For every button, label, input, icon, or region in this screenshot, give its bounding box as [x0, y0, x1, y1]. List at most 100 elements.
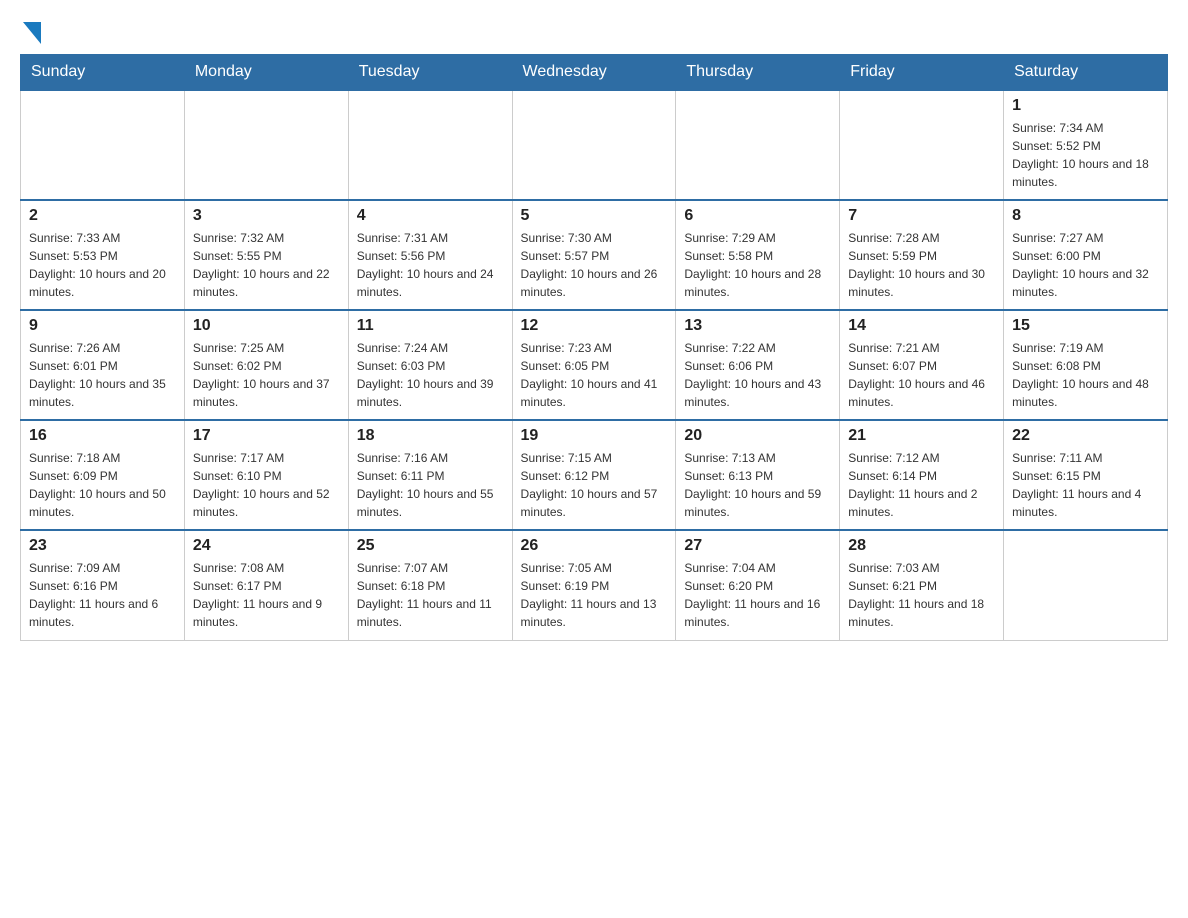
- day-number: 4: [357, 207, 504, 225]
- calendar-cell: [1004, 530, 1168, 640]
- day-number: 25: [357, 537, 504, 555]
- calendar-cell: 8 Sunrise: 7:27 AMSunset: 6:00 PMDaylight…: [1004, 200, 1168, 310]
- calendar-cell: 20 Sunrise: 7:13 AMSunset: 6:13 PMDayligh…: [676, 420, 840, 530]
- day-info: Sunrise: 7:16 AMSunset: 6:11 PMDaylight:…: [357, 449, 504, 521]
- day-info: Sunrise: 7:27 AMSunset: 6:00 PMDaylight:…: [1012, 229, 1159, 301]
- day-info: Sunrise: 7:33 AMSunset: 5:53 PMDaylight:…: [29, 229, 176, 301]
- day-info: Sunrise: 7:13 AMSunset: 6:13 PMDaylight:…: [684, 449, 831, 521]
- day-number: 6: [684, 207, 831, 225]
- day-number: 27: [684, 537, 831, 555]
- header-day-thursday: Thursday: [676, 55, 840, 91]
- day-number: 15: [1012, 317, 1159, 335]
- day-number: 18: [357, 427, 504, 445]
- calendar-cell: 26 Sunrise: 7:05 AMSunset: 6:19 PMDayligh…: [512, 530, 676, 640]
- header-day-friday: Friday: [840, 55, 1004, 91]
- calendar-cell: [840, 90, 1004, 200]
- day-number: 26: [521, 537, 668, 555]
- logo: [20, 20, 41, 44]
- day-number: 22: [1012, 427, 1159, 445]
- day-number: 12: [521, 317, 668, 335]
- day-number: 9: [29, 317, 176, 335]
- day-info: Sunrise: 7:11 AMSunset: 6:15 PMDaylight:…: [1012, 449, 1159, 521]
- day-number: 14: [848, 317, 995, 335]
- header-day-saturday: Saturday: [1004, 55, 1168, 91]
- logo-arrow-icon: [23, 22, 41, 44]
- calendar-cell: 27 Sunrise: 7:04 AMSunset: 6:20 PMDayligh…: [676, 530, 840, 640]
- calendar-header: SundayMondayTuesdayWednesdayThursdayFrid…: [21, 55, 1168, 91]
- calendar-cell: 19 Sunrise: 7:15 AMSunset: 6:12 PMDayligh…: [512, 420, 676, 530]
- calendar-cell: 22 Sunrise: 7:11 AMSunset: 6:15 PMDayligh…: [1004, 420, 1168, 530]
- day-info: Sunrise: 7:25 AMSunset: 6:02 PMDaylight:…: [193, 339, 340, 411]
- day-number: 20: [684, 427, 831, 445]
- week-row-4: 16 Sunrise: 7:18 AMSunset: 6:09 PMDayligh…: [21, 420, 1168, 530]
- day-info: Sunrise: 7:15 AMSunset: 6:12 PMDaylight:…: [521, 449, 668, 521]
- header-day-tuesday: Tuesday: [348, 55, 512, 91]
- calendar-cell: [512, 90, 676, 200]
- calendar-cell: 13 Sunrise: 7:22 AMSunset: 6:06 PMDayligh…: [676, 310, 840, 420]
- day-number: 19: [521, 427, 668, 445]
- calendar-cell: 23 Sunrise: 7:09 AMSunset: 6:16 PMDayligh…: [21, 530, 185, 640]
- calendar-cell: 5 Sunrise: 7:30 AMSunset: 5:57 PMDaylight…: [512, 200, 676, 310]
- day-number: 23: [29, 537, 176, 555]
- day-info: Sunrise: 7:26 AMSunset: 6:01 PMDaylight:…: [29, 339, 176, 411]
- week-row-3: 9 Sunrise: 7:26 AMSunset: 6:01 PMDaylight…: [21, 310, 1168, 420]
- day-number: 3: [193, 207, 340, 225]
- header-day-sunday: Sunday: [21, 55, 185, 91]
- day-info: Sunrise: 7:28 AMSunset: 5:59 PMDaylight:…: [848, 229, 995, 301]
- calendar-cell: 16 Sunrise: 7:18 AMSunset: 6:09 PMDayligh…: [21, 420, 185, 530]
- calendar-cell: 18 Sunrise: 7:16 AMSunset: 6:11 PMDayligh…: [348, 420, 512, 530]
- calendar-cell: 9 Sunrise: 7:26 AMSunset: 6:01 PMDaylight…: [21, 310, 185, 420]
- day-info: Sunrise: 7:29 AMSunset: 5:58 PMDaylight:…: [684, 229, 831, 301]
- day-number: 8: [1012, 207, 1159, 225]
- day-info: Sunrise: 7:22 AMSunset: 6:06 PMDaylight:…: [684, 339, 831, 411]
- calendar-cell: 7 Sunrise: 7:28 AMSunset: 5:59 PMDaylight…: [840, 200, 1004, 310]
- day-info: Sunrise: 7:31 AMSunset: 5:56 PMDaylight:…: [357, 229, 504, 301]
- header-day-wednesday: Wednesday: [512, 55, 676, 91]
- day-number: 21: [848, 427, 995, 445]
- day-number: 5: [521, 207, 668, 225]
- day-info: Sunrise: 7:24 AMSunset: 6:03 PMDaylight:…: [357, 339, 504, 411]
- day-info: Sunrise: 7:23 AMSunset: 6:05 PMDaylight:…: [521, 339, 668, 411]
- day-info: Sunrise: 7:32 AMSunset: 5:55 PMDaylight:…: [193, 229, 340, 301]
- calendar-cell: 2 Sunrise: 7:33 AMSunset: 5:53 PMDaylight…: [21, 200, 185, 310]
- calendar-cell: 1 Sunrise: 7:34 AMSunset: 5:52 PMDaylight…: [1004, 90, 1168, 200]
- header-row: SundayMondayTuesdayWednesdayThursdayFrid…: [21, 55, 1168, 91]
- day-info: Sunrise: 7:09 AMSunset: 6:16 PMDaylight:…: [29, 559, 176, 631]
- day-number: 13: [684, 317, 831, 335]
- day-info: Sunrise: 7:07 AMSunset: 6:18 PMDaylight:…: [357, 559, 504, 631]
- calendar-cell: 12 Sunrise: 7:23 AMSunset: 6:05 PMDayligh…: [512, 310, 676, 420]
- day-number: 1: [1012, 97, 1159, 115]
- day-info: Sunrise: 7:21 AMSunset: 6:07 PMDaylight:…: [848, 339, 995, 411]
- day-info: Sunrise: 7:34 AMSunset: 5:52 PMDaylight:…: [1012, 119, 1159, 191]
- calendar-cell: 24Sunrise: 7:08 AMSunset: 6:17 PMDayligh…: [184, 530, 348, 640]
- calendar-table: SundayMondayTuesdayWednesdayThursdayFrid…: [20, 54, 1168, 641]
- day-info: Sunrise: 7:04 AMSunset: 6:20 PMDaylight:…: [684, 559, 831, 631]
- day-info: Sunrise: 7:18 AMSunset: 6:09 PMDaylight:…: [29, 449, 176, 521]
- day-number: 16: [29, 427, 176, 445]
- day-number: 17: [193, 427, 340, 445]
- week-row-2: 2 Sunrise: 7:33 AMSunset: 5:53 PMDaylight…: [21, 200, 1168, 310]
- calendar-cell: 6 Sunrise: 7:29 AMSunset: 5:58 PMDaylight…: [676, 200, 840, 310]
- calendar-cell: [348, 90, 512, 200]
- calendar-cell: 25 Sunrise: 7:07 AMSunset: 6:18 PMDayligh…: [348, 530, 512, 640]
- day-info: Sunrise: 7:30 AMSunset: 5:57 PMDaylight:…: [521, 229, 668, 301]
- day-number: 24: [193, 537, 340, 555]
- calendar-body: 1 Sunrise: 7:34 AMSunset: 5:52 PMDaylight…: [21, 90, 1168, 640]
- calendar-cell: 14 Sunrise: 7:21 AMSunset: 6:07 PMDayligh…: [840, 310, 1004, 420]
- day-info: Sunrise: 7:03 AMSunset: 6:21 PMDaylight:…: [848, 559, 995, 631]
- day-info: Sunrise: 7:12 AMSunset: 6:14 PMDaylight:…: [848, 449, 995, 521]
- calendar-cell: 21 Sunrise: 7:12 AMSunset: 6:14 PMDayligh…: [840, 420, 1004, 530]
- calendar-cell: 11 Sunrise: 7:24 AMSunset: 6:03 PMDayligh…: [348, 310, 512, 420]
- calendar-cell: [21, 90, 185, 200]
- calendar-cell: [184, 90, 348, 200]
- page-header: [20, 20, 1168, 44]
- day-number: 28: [848, 537, 995, 555]
- day-number: 2: [29, 207, 176, 225]
- week-row-5: 23 Sunrise: 7:09 AMSunset: 6:16 PMDayligh…: [21, 530, 1168, 640]
- day-number: 7: [848, 207, 995, 225]
- day-number: 11: [357, 317, 504, 335]
- day-info: Sunrise: 7:17 AMSunset: 6:10 PMDaylight:…: [193, 449, 340, 521]
- day-info: Sunrise: 7:05 AMSunset: 6:19 PMDaylight:…: [521, 559, 668, 631]
- day-info: Sunrise: 7:19 AMSunset: 6:08 PMDaylight:…: [1012, 339, 1159, 411]
- calendar-cell: 3 Sunrise: 7:32 AMSunset: 5:55 PMDaylight…: [184, 200, 348, 310]
